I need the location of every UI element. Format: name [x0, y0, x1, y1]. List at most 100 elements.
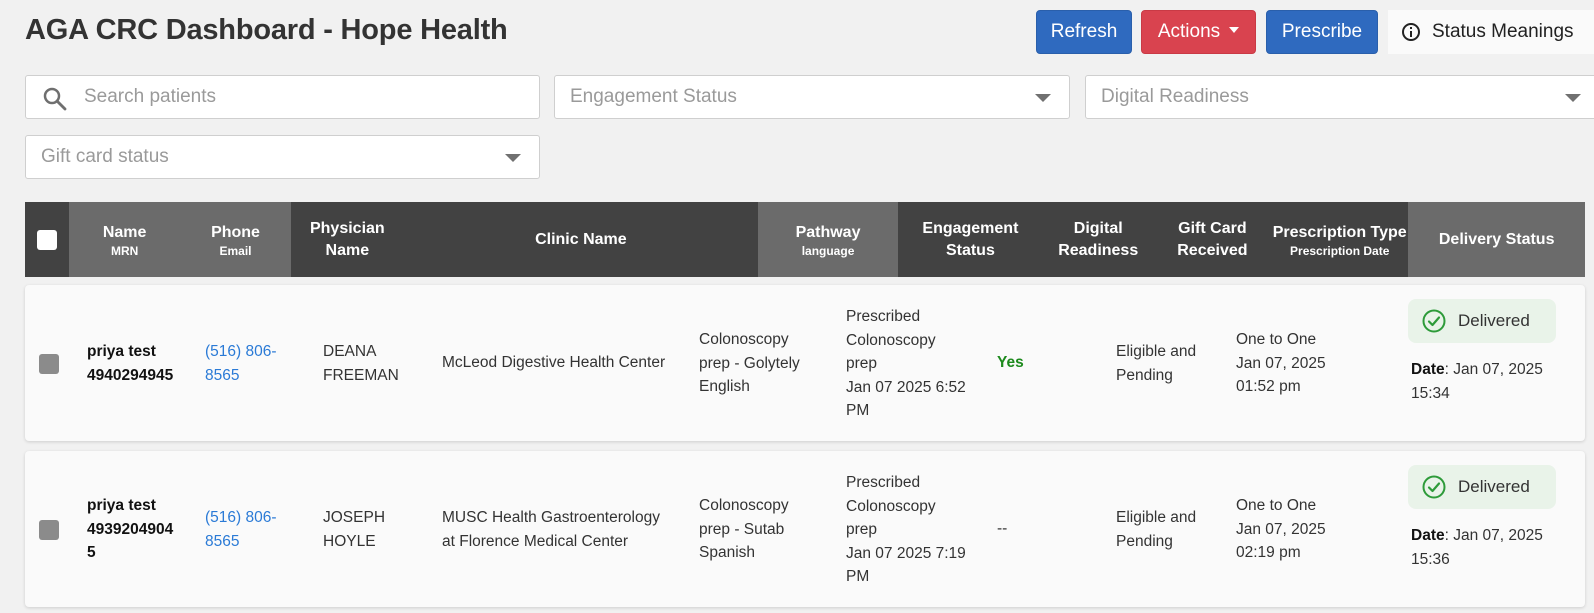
gift-card-status-placeholder: Gift card status	[41, 146, 169, 167]
chevron-down-icon	[1035, 94, 1051, 102]
prescription-cell: One to One Jan 07, 2025 01:52 pm	[1236, 328, 1326, 399]
table-row[interactable]: priya test 4940294945 (516) 806- 8565 DE…	[25, 285, 1585, 441]
prescription-type: One to One	[1236, 497, 1317, 514]
delivery-status-badge: Delivered	[1408, 299, 1556, 343]
table-header: Name MRN Phone Email Physician Name Clin…	[25, 202, 1585, 277]
digital-readiness-select[interactable]: Digital Readiness	[1085, 75, 1594, 119]
header-engagement-l2: Status	[945, 241, 995, 259]
prescribe-label: Prescribe	[1281, 21, 1363, 42]
header-engagement-l1: Engagement	[922, 219, 1019, 237]
actions-label: Actions	[1157, 21, 1221, 42]
clinic-cell: MUSC Health Gastroenterology at Florence…	[442, 506, 660, 553]
gift-card-cell: Eligible and Pending	[1116, 506, 1196, 553]
pathway-line-1: Colonoscopy	[699, 497, 789, 514]
clinic-cell: McLeod Digestive Health Center	[442, 351, 665, 375]
header-gift[interactable]: Gift Card Received	[1153, 202, 1272, 277]
clinic-line-1: McLeod Digestive Health Center	[442, 354, 666, 371]
page-title: AGA CRC Dashboard - Hope Health	[25, 14, 508, 46]
gift-card-status-select[interactable]: Gift card status	[25, 135, 540, 179]
prescription-date: Jan 07, 2025	[1236, 520, 1326, 538]
patient-mrn: 4940294945	[87, 366, 174, 384]
search-input[interactable]: Search patients	[25, 75, 540, 119]
row-checkbox[interactable]	[39, 354, 59, 374]
patient-name-cell: priya test 4940294945	[87, 340, 182, 387]
refresh-button[interactable]: Refresh	[1036, 10, 1132, 54]
delivery-status-label: Delivered	[1458, 477, 1530, 497]
header-select-all-cell	[25, 202, 70, 277]
engagement-line-5: PM	[846, 402, 870, 419]
search-placeholder: Search patients	[84, 86, 217, 107]
gift-line-1: Eligible and	[1116, 343, 1197, 360]
prescription-type: One to One	[1236, 331, 1317, 348]
gift-line-1: Eligible and	[1116, 509, 1197, 526]
phone-link[interactable]: (516) 806- 8565	[205, 506, 290, 553]
header-physician-l1: Physician	[309, 219, 385, 237]
delivery-date: Date: Jan 07, 2025 15:36	[1411, 524, 1561, 571]
engagement-status-select[interactable]: Engagement Status	[554, 75, 1070, 119]
header-prescription[interactable]: Prescription Type Prescription Date	[1271, 202, 1409, 277]
engagement-line-1: Prescribed	[846, 308, 921, 325]
physician-line-1: DEANA	[323, 343, 377, 360]
header-name-label: Name	[102, 223, 147, 241]
header-prescription-label: Prescription Type	[1272, 223, 1407, 241]
pathway-line-2: prep - Sutab	[699, 520, 785, 538]
phone-link[interactable]: (516) 806- 8565	[205, 340, 290, 387]
prescription-date: Jan 07, 2025	[1236, 354, 1326, 372]
header-gift-l1: Gift Card	[1178, 219, 1247, 237]
table-row[interactable]: priya test 4939204904 5 (516) 806- 8565 …	[25, 451, 1585, 607]
select-all-checkbox[interactable]	[37, 229, 58, 250]
physician-cell: JOSEPH HOYLE	[323, 506, 385, 553]
pathway-line-1: Colonoscopy	[699, 331, 789, 348]
physician-line-1: JOSEPH	[323, 509, 386, 526]
header-engagement[interactable]: Engagement Status	[898, 202, 1043, 277]
phone-line-1: (516) 806-	[205, 343, 277, 360]
header-mrn-label: MRN	[110, 243, 139, 258]
status-meanings-button[interactable]: Status Meanings	[1388, 10, 1594, 54]
check-circle-icon	[1422, 309, 1446, 333]
delivery-date: Date: Jan 07, 2025 15:34	[1411, 358, 1561, 405]
header-digital-l1: Digital	[1073, 219, 1123, 237]
header-digital-l2: Readiness	[1058, 241, 1139, 259]
digital-readiness-placeholder: Digital Readiness	[1101, 86, 1249, 107]
header-pathway[interactable]: Pathway language	[758, 202, 899, 277]
check-circle-icon	[1422, 475, 1446, 499]
chevron-down-icon	[1565, 94, 1581, 102]
engagement-line-4: Jan 07 2025 7:19	[846, 544, 966, 562]
header-clinic[interactable]: Clinic Name	[403, 202, 759, 277]
delivery-date-label: Date	[1411, 361, 1445, 378]
header-language-label: language	[801, 243, 855, 258]
physician-cell: DEANA FREEMAN	[323, 340, 399, 387]
prescribe-button[interactable]: Prescribe	[1266, 10, 1378, 54]
header-email-label: Email	[219, 243, 252, 258]
header-digital[interactable]: Digital Readiness	[1042, 202, 1154, 277]
patient-name-cell: priya test 4939204904 5	[87, 494, 182, 565]
prescription-time: 02:19 pm	[1236, 544, 1301, 561]
caret-down-icon	[1229, 27, 1240, 33]
header-phone[interactable]: Phone Email	[180, 202, 291, 277]
gift-line-2: Pending	[1116, 366, 1173, 384]
actions-dropdown-button[interactable]: Actions	[1141, 10, 1256, 54]
pathway-cell: Colonoscopy prep - Golytely English	[699, 328, 800, 399]
delivery-time-value: 15:36	[1411, 550, 1450, 568]
header-delivery[interactable]: Delivery Status	[1408, 202, 1585, 277]
status-meanings-label: Status Meanings	[1432, 21, 1574, 42]
engagement-cell: Prescribed Colonoscopy prep Jan 07 2025 …	[846, 305, 966, 423]
clinic-line-2: at Florence Medical Center	[442, 532, 629, 550]
engagement-line-3: prep	[846, 521, 878, 538]
header-physician[interactable]: Physician Name	[290, 202, 404, 277]
engagement-line-5: PM	[846, 568, 870, 585]
physician-line-2: HOYLE	[323, 532, 376, 550]
delivery-date-value: : Jan 07, 2025	[1444, 527, 1543, 544]
digital-readiness-value: Yes	[997, 354, 1024, 371]
phone-line-2: 8565	[205, 366, 240, 384]
header-phone-label: Phone	[211, 223, 260, 241]
header-name[interactable]: Name MRN	[69, 202, 181, 277]
info-icon	[1402, 23, 1420, 41]
patient-name: priya test	[87, 343, 156, 360]
row-checkbox[interactable]	[39, 520, 59, 540]
phone-line-2: 8565	[205, 532, 240, 550]
delivery-time-value: 15:34	[1411, 384, 1450, 402]
header-prescription-date-label: Prescription Date	[1290, 243, 1390, 258]
header-pathway-label: Pathway	[795, 223, 861, 241]
engagement-cell: Prescribed Colonoscopy prep Jan 07 2025 …	[846, 471, 966, 589]
